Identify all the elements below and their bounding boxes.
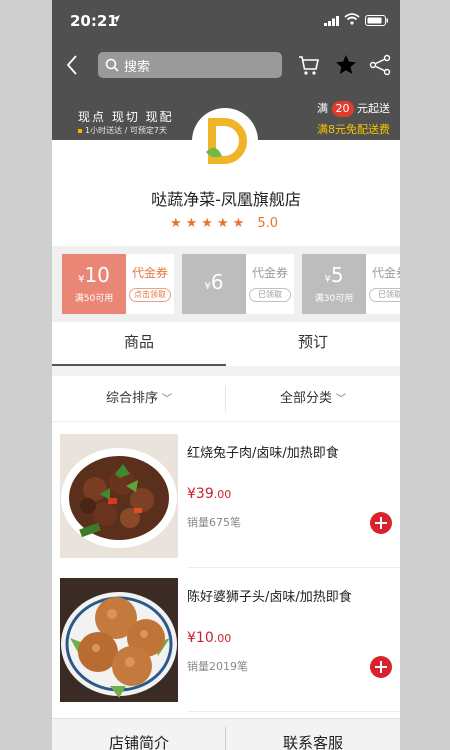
category-filter-label: 全部分类	[279, 391, 332, 406]
min-order-prefix: 满	[317, 102, 328, 115]
coupon-value: ¥5 满30可用	[302, 254, 366, 314]
chevron-down-icon: ﹀	[162, 394, 172, 405]
wifi-icon	[344, 13, 360, 25]
price-integer: 10	[195, 630, 214, 646]
coupon-info: 代金券 已领取	[246, 254, 294, 314]
price-currency: ¥	[187, 630, 196, 646]
product-sales: 销量2019笔	[187, 660, 248, 673]
cart-icon[interactable]	[297, 53, 321, 77]
search-placeholder: 搜索	[124, 60, 151, 75]
price-integer: 39	[195, 486, 214, 502]
bottom-bar: 店铺简介 联系客服	[52, 718, 400, 750]
coupon-amount: 5	[330, 263, 344, 287]
coupon-claim-button[interactable]: 点击领取	[129, 288, 171, 302]
delivery-note-text: 1小时送达 / 可预定7天	[85, 126, 167, 135]
price-decimal: .00	[213, 632, 232, 645]
tab-bar: 商品 预订	[52, 322, 400, 366]
coupon-strip: ¥10 满50可用 代金券 点击领取 ¥6 代金券 已领取 ¥5 满30可用 代…	[52, 246, 400, 322]
coupon-claimed-label: 已领取	[249, 288, 291, 302]
favorite-star-icon[interactable]	[334, 53, 358, 77]
product-sales: 销量675笔	[187, 516, 241, 529]
min-order: 满 20 元起送	[317, 100, 390, 117]
location-arrow-icon	[112, 15, 120, 23]
min-order-amount: 20	[331, 101, 354, 117]
tab-reservation[interactable]: 预订	[226, 322, 400, 366]
product-image	[60, 434, 178, 558]
phone-screen: 20:21 搜索 现点 现切 现配 1小时送达 / 可预定7天 满 20 元起送…	[52, 0, 400, 750]
coupon-title: 代金券	[371, 266, 400, 280]
contact-service-button[interactable]: 联系客服	[226, 719, 400, 750]
chevron-down-icon: ﹀	[336, 394, 346, 405]
product-name: 红烧兔子肉/卤味/加热即食	[187, 446, 339, 461]
status-bar: 20:21	[52, 0, 400, 42]
coupon-title: 代金券	[131, 266, 168, 280]
coupon-info: 代金券 点击领取	[126, 254, 174, 314]
delivery-note: 1小时送达 / 可预定7天	[78, 125, 167, 136]
bullet-dot	[78, 128, 82, 133]
back-icon[interactable]	[62, 52, 82, 78]
product-price: ¥39.00	[187, 486, 231, 502]
rating-stars-icon: ★★★★★	[170, 216, 249, 231]
price-decimal: .00	[213, 488, 232, 501]
add-to-cart-icon[interactable]	[370, 512, 392, 534]
coupon-value: ¥10 满50可用	[62, 254, 126, 314]
section-divider	[52, 366, 400, 376]
shop-name: 哒蔬净菜-凤凰旗舰店	[151, 190, 301, 209]
shop-slogan: 现点 现切 现配	[78, 110, 174, 124]
search-icon	[105, 58, 119, 72]
coupon-amount: 10	[84, 263, 110, 287]
shop-intro-button[interactable]: 店铺简介	[52, 719, 226, 750]
coupon-condition: 满50可用	[74, 294, 114, 304]
free-shipping-note: 满8元免配送费	[317, 123, 390, 136]
product-image	[60, 578, 178, 702]
min-order-suffix: 元起送	[357, 102, 390, 115]
search-input[interactable]: 搜索	[98, 52, 282, 78]
filter-bar: 综合排序 ﹀ 全部分类 ﹀	[52, 376, 400, 422]
product-name: 陈好婆狮子头/卤味/加热即食	[187, 590, 352, 605]
coupon-amount: 6	[210, 270, 224, 294]
sort-filter-label: 综合排序	[105, 391, 158, 406]
price-currency: ¥	[187, 486, 196, 502]
coupon-value: ¥6	[182, 254, 246, 314]
sort-filter[interactable]: 综合排序 ﹀	[52, 376, 226, 422]
coupon-condition: 满30可用	[314, 294, 354, 304]
add-to-cart-icon[interactable]	[370, 656, 392, 678]
nav-row: 搜索	[52, 48, 400, 82]
row-divider	[187, 711, 400, 712]
tab-products[interactable]: 商品	[52, 322, 226, 366]
product-item[interactable]: 红烧兔子肉/卤味/加热即食 ¥39.00 销量675笔	[52, 424, 400, 568]
shop-logo: D	[192, 108, 258, 174]
share-icon[interactable]	[368, 53, 392, 77]
rating-score: 5.0	[257, 216, 279, 231]
signal-icon	[324, 16, 339, 26]
shop-rating: ★★★★★ 5.0	[170, 212, 279, 231]
coupon-claimed-label: 已领取	[369, 288, 400, 302]
category-filter[interactable]: 全部分类 ﹀	[226, 376, 400, 422]
product-price: ¥10.00	[187, 630, 231, 646]
battery-icon	[365, 15, 388, 26]
coupon-info: 代金券 已领取	[366, 254, 400, 314]
product-item[interactable]: 陈好婆狮子头/卤味/加热即食 ¥10.00 销量2019笔	[52, 568, 400, 712]
coupon-title: 代金券	[251, 266, 288, 280]
